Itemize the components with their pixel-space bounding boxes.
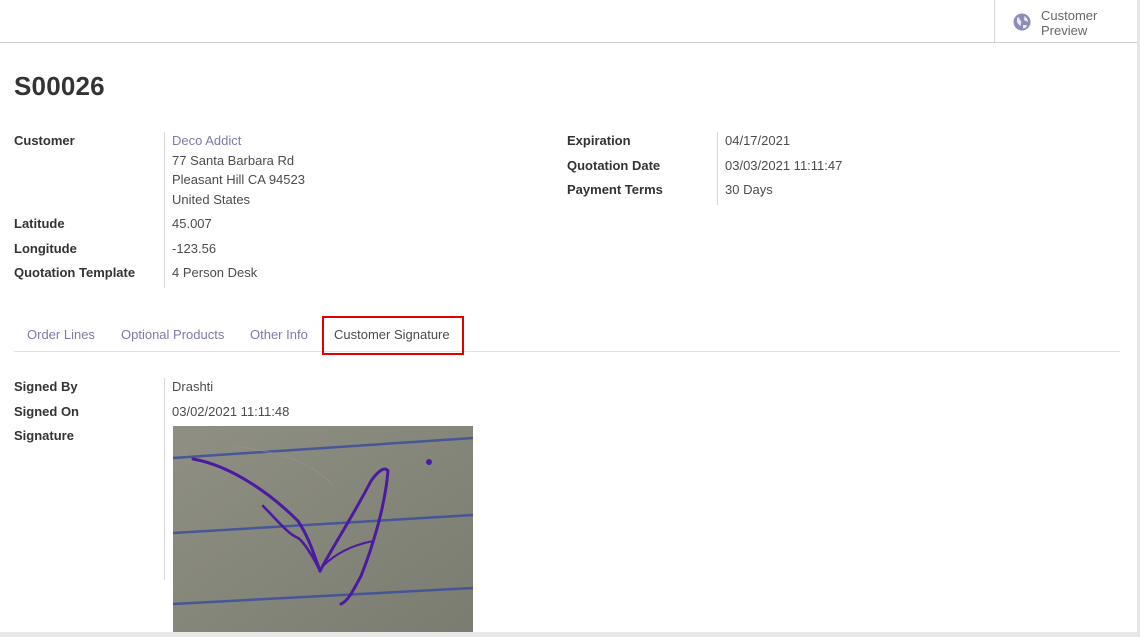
tab-customer-signature[interactable]: Customer Signature — [334, 318, 450, 351]
tab-order-lines[interactable]: Order Lines — [27, 318, 95, 351]
field-separator — [164, 378, 165, 580]
payment-terms-value[interactable]: 30 Days — [725, 182, 773, 197]
customer-label: Customer — [14, 133, 75, 148]
longitude-label: Longitude — [14, 241, 77, 256]
tab-optional-products[interactable]: Optional Products — [121, 318, 224, 351]
signed-on-label: Signed On — [14, 404, 79, 419]
signed-by-label: Signed By — [14, 379, 78, 394]
globe-icon — [1013, 13, 1031, 31]
latitude-label: Latitude — [14, 216, 65, 231]
longitude-value: -123.56 — [172, 241, 217, 256]
horizontal-scrollbar[interactable] — [0, 632, 1137, 637]
signed-on-value[interactable]: 03/02/2021 11:11:48 — [172, 404, 289, 419]
customer-preview-label: Customer Preview — [1041, 8, 1098, 38]
expiration-value[interactable]: 04/17/2021 — [725, 133, 790, 148]
record-title: S00026 — [14, 71, 105, 101]
customer-address-line: 77 Santa Barbara Rd — [172, 153, 295, 168]
signature-image[interactable] — [173, 426, 473, 637]
field-separator — [717, 132, 718, 205]
payment-terms-label: Payment Terms — [567, 182, 663, 197]
customer-address-line: Pleasant Hill CA 94523 — [172, 172, 305, 187]
customer-preview-button[interactable]: Customer Preview — [994, 0, 1136, 42]
latitude-value: 45.007 — [172, 216, 212, 231]
field-separator — [164, 132, 165, 288]
control-panel: Customer Preview — [0, 0, 1137, 43]
quotation-template-value[interactable]: 4 Person Desk — [172, 265, 257, 280]
signed-by-value[interactable]: Drashti — [172, 379, 213, 394]
expiration-label: Expiration — [567, 133, 631, 148]
signature-label: Signature — [14, 428, 74, 443]
quotation-date-value[interactable]: 03/03/2021 11:11:47 — [725, 158, 842, 173]
customer-link[interactable]: Deco Addict — [172, 133, 241, 148]
notebook-tabs: Order Lines Optional Products Other Info… — [14, 318, 1120, 352]
tab-other-info[interactable]: Other Info — [250, 318, 308, 351]
quotation-template-label: Quotation Template — [14, 265, 136, 280]
quotation-date-label: Quotation Date — [567, 158, 661, 173]
customer-address-line: United States — [172, 192, 251, 207]
